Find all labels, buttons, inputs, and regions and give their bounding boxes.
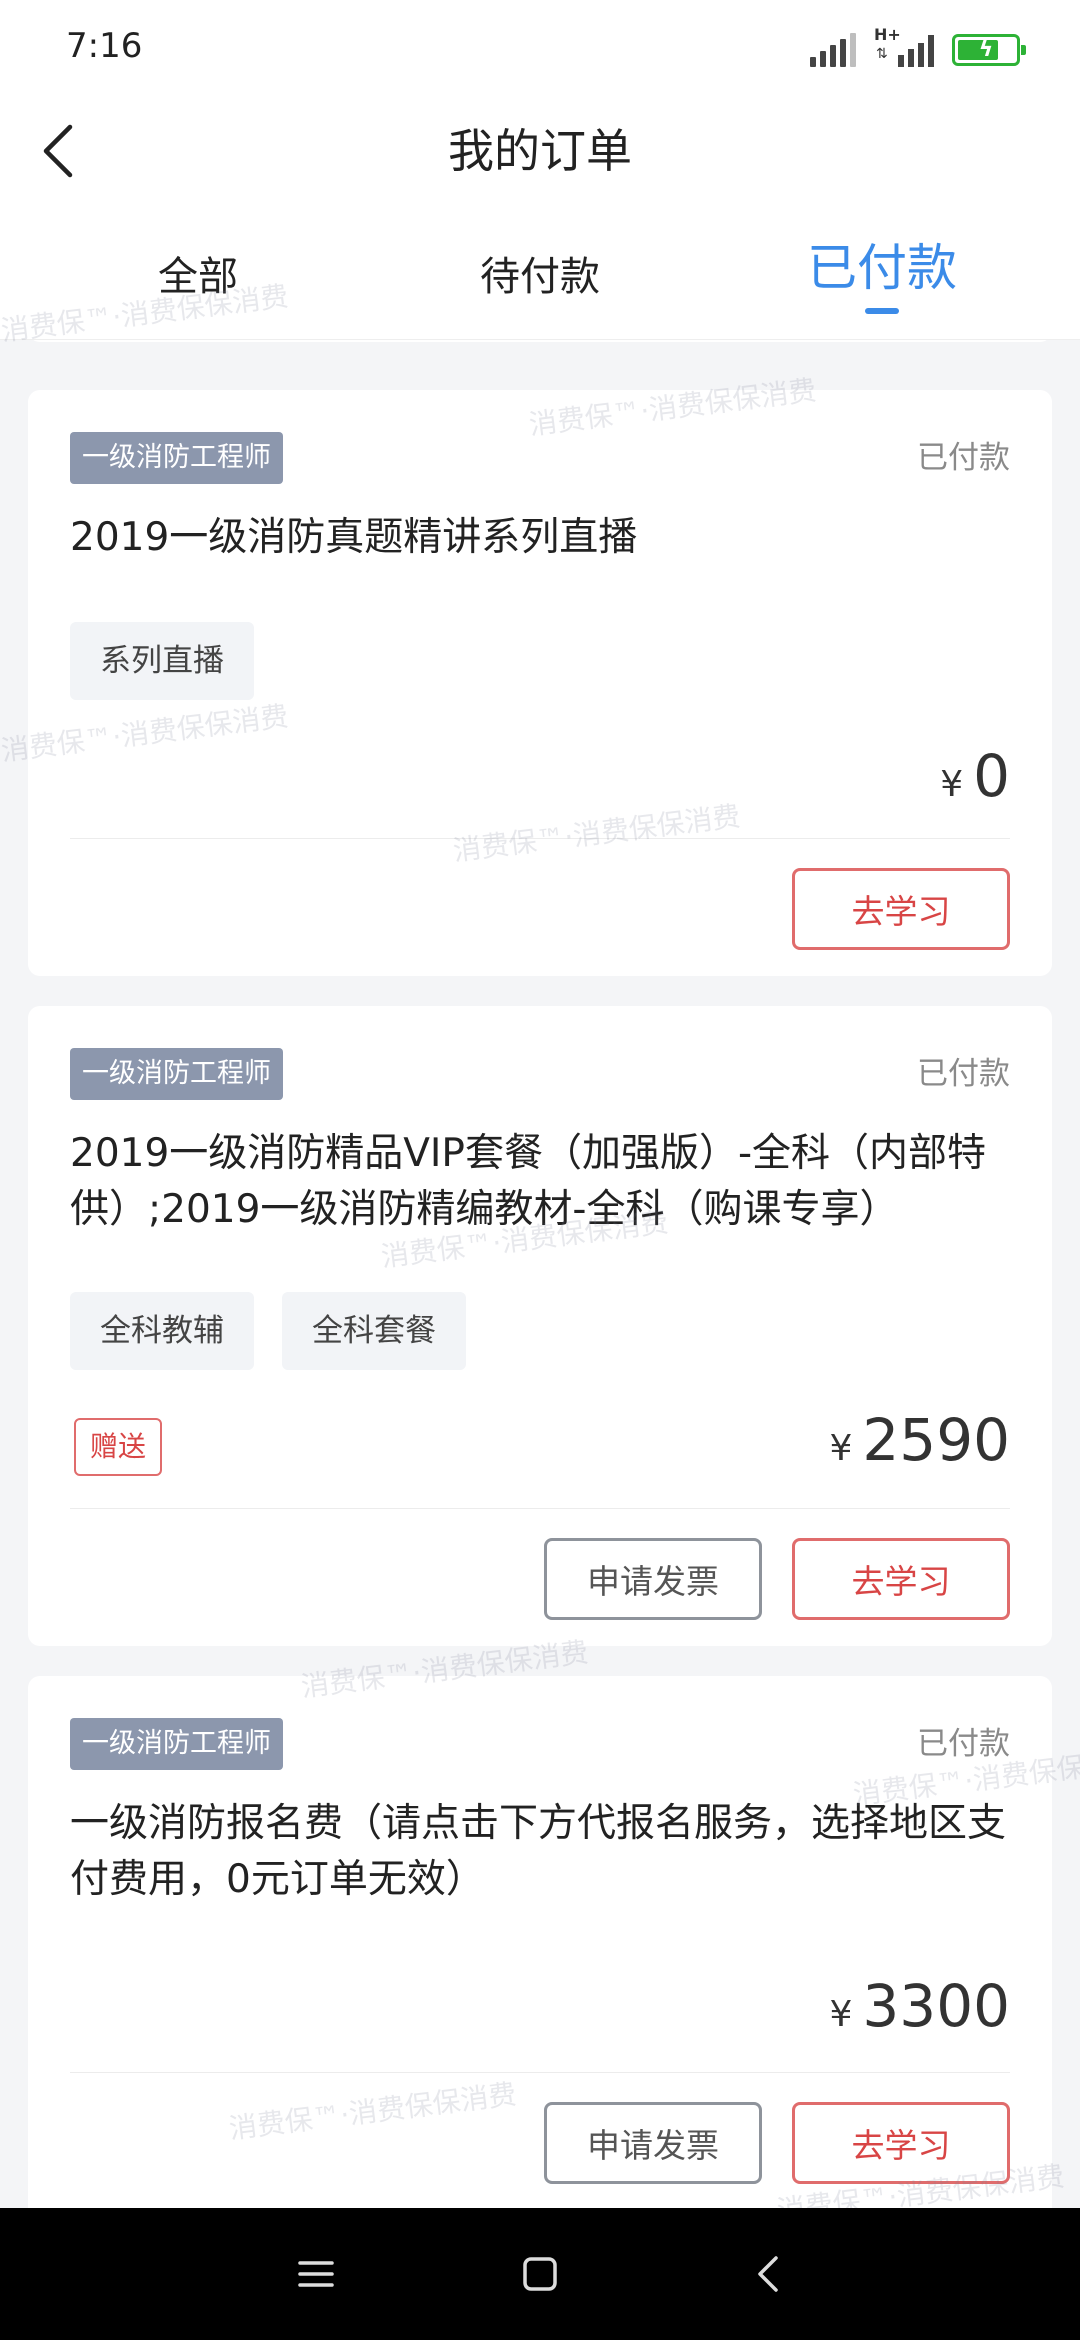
order-card: 一级消防工程师 已付款 2019一级消防真题精讲系列直播 系列直播 ¥ 0 去学… (28, 390, 1052, 976)
status-bar: 7:16 H+ ⇅ ϟ (0, 0, 1080, 96)
previous-card-edge (28, 340, 1052, 342)
currency-symbol: ¥ (940, 764, 964, 805)
tab-paid[interactable]: 已付款 (782, 214, 982, 340)
order-status: 已付款 (917, 1726, 1010, 1762)
course-title[interactable]: 2019一级消防精品VIP套餐（加强版）-全科（内部特供）;2019一级消防精编… (70, 1126, 1010, 1238)
battery-charging-icon: ϟ (952, 34, 1026, 66)
tab-pending-payment[interactable]: 待付款 (440, 214, 640, 340)
request-invoice-button[interactable]: 申请发票 (544, 2102, 762, 2184)
signal-icon (810, 33, 856, 67)
order-price: ¥ 2590 (829, 1406, 1010, 1474)
course-title[interactable]: 2019一级消防真题精讲系列直播 (70, 510, 1010, 566)
study-button[interactable]: 去学习 (792, 868, 1010, 950)
price-amount: 2590 (862, 1406, 1010, 1474)
divider (70, 1508, 1010, 1509)
tab-label: 已付款 (807, 239, 957, 297)
tab-label: 待付款 (480, 254, 600, 300)
study-button[interactable]: 去学习 (792, 2102, 1010, 2184)
order-status: 已付款 (917, 1056, 1010, 1092)
currency-symbol: ¥ (829, 1994, 853, 2035)
order-list[interactable]: 一级消防工程师 已付款 2019一级消防真题精讲系列直播 系列直播 ¥ 0 去学… (0, 340, 1080, 2208)
status-time: 7:16 (66, 26, 143, 66)
price-amount: 0 (973, 742, 1010, 810)
tab-label: 全部 (158, 254, 238, 300)
course-tag: 全科教辅 (70, 1292, 254, 1370)
divider (70, 838, 1010, 839)
order-status: 已付款 (917, 440, 1010, 476)
tab-all[interactable]: 全部 (98, 214, 298, 340)
system-navigation-bar (0, 2208, 1080, 2340)
tag-list: 全科教辅 全科套餐 (70, 1292, 466, 1370)
category-badge: 一级消防工程师 (70, 432, 283, 484)
square-home-icon (523, 2257, 557, 2291)
menu-icon (298, 2261, 334, 2287)
order-card: 一级消防工程师 已付款 2019一级消防精品VIP套餐（加强版）-全科（内部特供… (28, 1006, 1052, 1646)
menu-button[interactable] (280, 2238, 352, 2310)
category-badge: 一级消防工程师 (70, 1048, 283, 1100)
order-price: ¥ 3300 (829, 1972, 1010, 2040)
active-tab-indicator (865, 308, 899, 314)
category-badge: 一级消防工程师 (70, 1718, 283, 1770)
course-tag: 全科套餐 (282, 1292, 466, 1370)
tag-list: 系列直播 (70, 622, 254, 700)
price-amount: 3300 (862, 1972, 1010, 2040)
order-card: 一级消防工程师 已付款 一级消防报名费（请点击下方代报名服务，选择地区支付费用，… (28, 1676, 1052, 2208)
currency-symbol: ¥ (829, 1428, 853, 1469)
triangle-back-icon (758, 2256, 778, 2292)
status-icons: H+ ⇅ ϟ (810, 27, 1026, 70)
page-title: 我的订单 (448, 124, 632, 178)
gift-badge: 赠送 (74, 1418, 163, 1476)
home-button[interactable] (504, 2238, 576, 2310)
mobile-data-icon: H+ ⇅ (874, 27, 934, 67)
order-price: ¥ 0 (940, 742, 1010, 810)
network-type-label: H+ (874, 25, 901, 44)
nav-bar: 我的订单 (0, 96, 1080, 214)
course-title[interactable]: 一级消防报名费（请点击下方代报名服务，选择地区支付费用，0元订单无效） (70, 1796, 1010, 1908)
order-tabs: 全部 待付款 已付款 (0, 214, 1080, 340)
course-tag: 系列直播 (70, 622, 254, 700)
system-back-button[interactable] (732, 2238, 804, 2310)
divider (70, 2072, 1010, 2073)
study-button[interactable]: 去学习 (792, 1538, 1010, 1620)
request-invoice-button[interactable]: 申请发票 (544, 1538, 762, 1620)
